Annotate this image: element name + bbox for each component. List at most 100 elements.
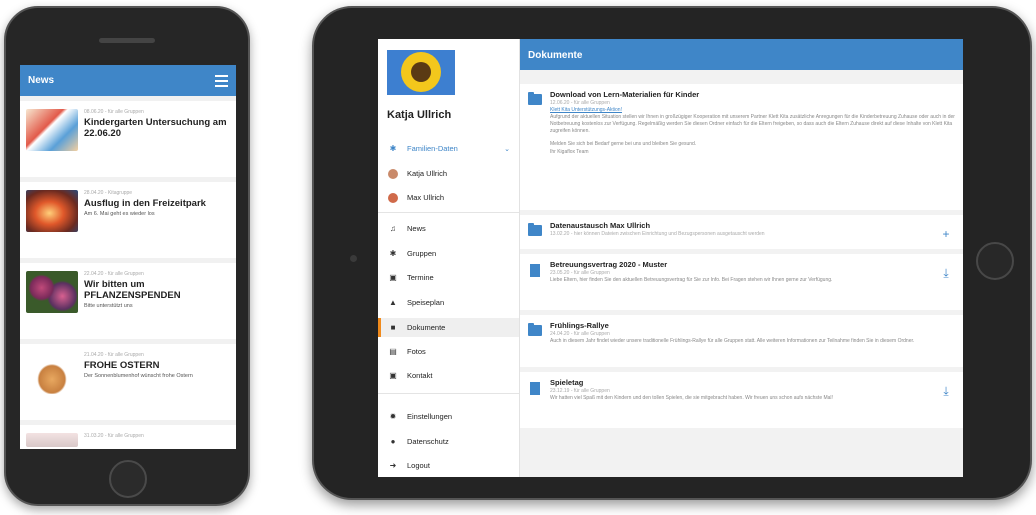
document-item[interactable]: Frühlings-Rallye 24.04.20 - für alle Gru… <box>520 315 963 367</box>
sidebar-item-label: Gruppen <box>407 249 437 258</box>
calendar-icon: ▣ <box>389 273 397 282</box>
add-icon[interactable]: + <box>937 221 955 243</box>
sidebar-item-logout[interactable]: ➜ Logout <box>378 456 519 475</box>
tablet-device: Katja Ullrich ✱ Familien-Daten ⌄ Katja U… <box>312 6 1032 500</box>
document-text: Wir hatten viel Spaß mit den Kindern und… <box>550 395 833 401</box>
phone-screen: News 08.06.20 - für alle Gruppen Kinderg… <box>20 65 236 449</box>
folder-icon <box>528 323 542 336</box>
sidebar-item-documents[interactable]: ■ Dokumente <box>378 318 519 337</box>
children-illustration-icon <box>26 109 78 151</box>
document-item[interactable]: Spieletag 23.12.19 - für alle Gruppen Wi… <box>520 372 963 428</box>
sidebar-item-dates[interactable]: ▣ Termine <box>378 268 519 287</box>
sidebar-item-label: Fotos <box>407 347 426 356</box>
document-title: Datenaustausch Max Ullrich <box>550 221 651 230</box>
sunflower-avatar <box>387 50 455 95</box>
document-text: Melden Sie sich bei Bedarf gerne bei uns… <box>550 141 697 147</box>
phone-home-button[interactable] <box>109 460 147 498</box>
main-content: Dokumente Download von Lern-Materialien … <box>520 39 963 477</box>
logout-icon: ➜ <box>389 461 397 470</box>
sidebar-item-photos[interactable]: ▤ Fotos <box>378 342 519 361</box>
sidebar-item-groups[interactable]: ✱ Gruppen <box>378 244 519 263</box>
news-meta: 08.06.20 - für alle Gruppen <box>84 109 144 115</box>
sidebar-item-label: Einstellungen <box>407 412 453 421</box>
globe-icon: ● <box>390 437 396 446</box>
sidebar-item-label: Dokumente <box>407 323 446 332</box>
news-item[interactable]: 08.06.20 - für alle Gruppen Kindergarten… <box>20 101 236 177</box>
sidebar-item-privacy[interactable]: ● Datenschutz <box>378 432 519 451</box>
document-text: Liebe Eltern, hier finden Sie den aktuel… <box>550 277 833 283</box>
bell-icon: ♫ <box>390 224 396 233</box>
person-avatar-icon <box>388 192 398 203</box>
news-item[interactable]: 31.03.20 - für alle Gruppen <box>20 425 236 449</box>
shared-folder-icon <box>528 223 542 236</box>
document-title: Download von Lern-Materialien für Kinder <box>550 90 700 99</box>
stage: News 08.06.20 - für alle Gruppen Kinderg… <box>0 0 1036 515</box>
news-text: Bitte unterstützt uns <box>84 303 133 309</box>
sidebar: Katja Ullrich ✱ Familien-Daten ⌄ Katja U… <box>378 39 520 477</box>
sidebar-item-label: Familien-Daten <box>407 144 458 153</box>
contact-icon: ▣ <box>389 371 397 380</box>
sidebar-item-family-data[interactable]: ✱ Familien-Daten ⌄ <box>378 139 519 158</box>
download-icon[interactable]: ⤓ <box>937 260 955 304</box>
sidebar-item-label: Max Ullrich <box>407 193 445 202</box>
news-meta: 22.04.20 - für alle Gruppen <box>84 271 144 277</box>
tablet-home-button[interactable] <box>976 242 1014 280</box>
document-title: Frühlings-Rallye <box>550 321 609 330</box>
tablet-screen: Katja Ullrich ✱ Familien-Daten ⌄ Katja U… <box>378 39 963 477</box>
download-icon[interactable]: ⤓ <box>937 378 955 422</box>
news-meta: 21.04.20 - für alle Gruppen <box>84 352 144 358</box>
sidebar-item-menu[interactable]: ▲ Speiseplan <box>378 293 519 312</box>
document-title: Betreuungsvertrag 2020 - Muster <box>550 260 668 269</box>
folder-icon: ■ <box>390 323 396 332</box>
sidebar-item-label: News <box>407 224 426 233</box>
phone-speaker <box>99 38 155 43</box>
sidebar-item-label: Termine <box>407 273 434 282</box>
chevron-down-icon[interactable]: ⌄ <box>504 145 510 153</box>
document-title: Spieletag <box>550 378 584 387</box>
sidebar-item-settings[interactable]: ✹ Einstellungen <box>378 407 519 426</box>
photos-icon: ▤ <box>389 347 397 356</box>
news-text: Am 6. Mai geht es wieder los <box>84 211 155 217</box>
document-meta: 23.12.19 - für alle Gruppen <box>550 388 610 394</box>
news-item[interactable]: 22.04.20 - für alle Gruppen Wir bitten u… <box>20 263 236 339</box>
news-item[interactable]: 28.04.20 - Kitagruppe Ausflug in den Fre… <box>20 182 236 258</box>
sidebar-item-contact[interactable]: ▣ Kontakt <box>378 366 519 385</box>
file-icon <box>530 264 540 277</box>
user-name: Katja Ullrich <box>387 109 452 121</box>
document-text: Aufgrund der aktuellen Situation stellen… <box>550 114 955 134</box>
gear-icon: ✹ <box>389 412 397 421</box>
news-title: FROHE OSTERN <box>84 360 160 371</box>
news-item[interactable]: 21.04.20 - für alle Gruppen FROHE OSTERN… <box>20 344 236 420</box>
family-icon: ✱ <box>389 144 397 153</box>
phone-device: News 08.06.20 - für alle Gruppen Kinderg… <box>4 6 250 506</box>
hamburger-menu-icon[interactable] <box>215 74 228 87</box>
person-avatar-icon <box>388 168 398 179</box>
folder-icon <box>528 92 542 105</box>
phone-header-title: News <box>28 75 55 86</box>
news-text: Der Sonnenblumenhof wünscht frohe Ostern <box>84 373 193 379</box>
news-meta: 31.03.20 - für alle Gruppen <box>84 433 144 439</box>
news-title: Wir bitten um PFLANZENSPENDEN <box>84 279 181 301</box>
sidebar-item-katja[interactable]: Katja Ullrich <box>378 164 519 183</box>
document-text: Auch in diesem Jahr findet wieder unsere… <box>550 338 915 344</box>
document-text: Ihr Kigaflox Team <box>550 149 589 155</box>
meal-icon: ▲ <box>389 298 397 307</box>
document-item[interactable]: Datenaustausch Max Ullrich 13.02.20 - hi… <box>520 215 963 249</box>
file-icon <box>530 382 540 395</box>
news-meta: 28.04.20 - Kitagruppe <box>84 190 133 196</box>
document-link[interactable]: Klett Kita Unterstützungs-Aktion! <box>550 107 955 113</box>
bunny-illustration-icon <box>26 352 78 394</box>
sidebar-item-max[interactable]: Max Ullrich <box>378 188 519 207</box>
document-meta: 24.04.20 - für alle Gruppen <box>550 331 610 337</box>
main-header: Dokumente <box>520 39 963 70</box>
sidebar-item-news[interactable]: ♫ News <box>378 219 519 238</box>
drawing-photo-icon <box>26 433 78 447</box>
document-item[interactable]: Download von Lern-Materialien für Kinder… <box>520 84 963 210</box>
sidebar-item-label: Logout <box>407 461 430 470</box>
flowers-photo-icon <box>26 271 78 313</box>
sidebar-item-label: Katja Ullrich <box>407 169 448 178</box>
groups-icon: ✱ <box>389 249 397 258</box>
sidebar-item-label: Speiseplan <box>407 298 445 307</box>
document-meta: 13.02.20 - hier können Dateien zwischen … <box>550 231 765 237</box>
document-item[interactable]: Betreuungsvertrag 2020 - Muster 23.05.20… <box>520 254 963 310</box>
